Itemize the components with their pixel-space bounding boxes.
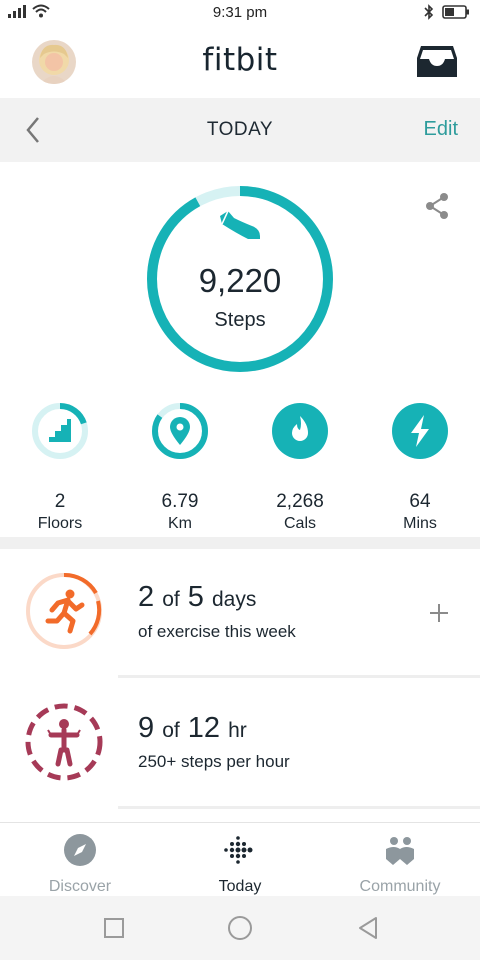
back-triangle-icon[interactable] (354, 914, 382, 942)
card-divider (118, 675, 480, 678)
compass-icon (64, 834, 96, 866)
status-time: 9:31 pm (212, 4, 268, 21)
home-circle-icon[interactable] (226, 914, 254, 942)
people-icon (386, 837, 414, 865)
stat-label: Cals (283, 515, 316, 532)
tab-today[interactable]: Today (160, 833, 320, 896)
exercise-summary: 2 of 5 days (138, 581, 256, 614)
steps-label: Steps (214, 309, 266, 331)
inbox-icon[interactable] (416, 44, 458, 80)
stretching-person-icon (25, 703, 103, 781)
stat-distance[interactable]: 6.79 Km (120, 402, 240, 533)
system-nav-bar (0, 896, 480, 960)
exercise-of: of (162, 588, 180, 611)
shoe-icon (220, 210, 260, 239)
tab-community[interactable]: Community (320, 833, 480, 896)
hourly-summary: 9 of 12 hr (138, 712, 247, 745)
hourly-of: of (162, 719, 180, 742)
stairs-icon (32, 403, 88, 459)
stat-value: 2 (54, 491, 66, 512)
stat-active-minutes[interactable]: 64 Mins (360, 402, 480, 533)
fitbit-logo: fitbit (202, 42, 278, 78)
stat-floors[interactable]: 2 Floors (0, 402, 120, 533)
tab-label: Community (359, 878, 441, 895)
edit-button[interactable]: Edit (424, 118, 458, 141)
lightning-icon (392, 403, 448, 459)
bottom-tab-bar: Discover Today Community (0, 822, 480, 896)
battery-icon (442, 5, 469, 19)
stat-label: Km (168, 515, 192, 532)
hourly-count: 9 (138, 712, 155, 744)
stat-label: Mins (403, 515, 437, 532)
add-exercise-icon[interactable] (428, 602, 450, 624)
card-divider (118, 806, 480, 809)
page-title: TODAY (206, 119, 274, 140)
hourly-activity-card[interactable]: 9 of 12 hr 250+ steps per hour (0, 680, 480, 808)
bluetooth-icon (424, 4, 434, 20)
stat-value: 2,268 (276, 491, 324, 512)
tab-label: Discover (48, 878, 112, 895)
stat-value: 64 (409, 491, 431, 512)
exercise-goal: 5 (187, 581, 204, 613)
hourly-goal: 12 (187, 712, 221, 744)
exercise-unit: days (211, 588, 257, 611)
fitbit-dots-icon (224, 836, 253, 864)
exercise-card[interactable]: 2 of 5 days of exercise this week (0, 549, 480, 677)
stat-value: 6.79 (161, 491, 199, 512)
tab-label: Today (218, 878, 262, 895)
exercise-subtitle: of exercise this week (138, 622, 296, 641)
flame-icon (272, 403, 328, 459)
tab-discover[interactable]: Discover (0, 833, 160, 896)
recents-square-icon[interactable] (100, 914, 128, 942)
steps-value: 9,220 (198, 262, 282, 299)
running-icon (26, 572, 102, 649)
date-nav-bar: TODAY Edit (0, 98, 480, 162)
app-header: fitbit (0, 26, 480, 98)
stat-label: Floors (37, 515, 83, 532)
location-pin-icon (152, 403, 208, 459)
share-icon[interactable] (424, 192, 450, 220)
section-divider (0, 537, 480, 549)
status-bar: 9:31 pm (0, 0, 480, 26)
hourly-unit: hr (228, 719, 247, 742)
stat-calories[interactable]: 2,268 Cals (240, 402, 360, 533)
hourly-subtitle: 250+ steps per hour (138, 752, 290, 771)
exercise-count: 2 (138, 581, 155, 613)
